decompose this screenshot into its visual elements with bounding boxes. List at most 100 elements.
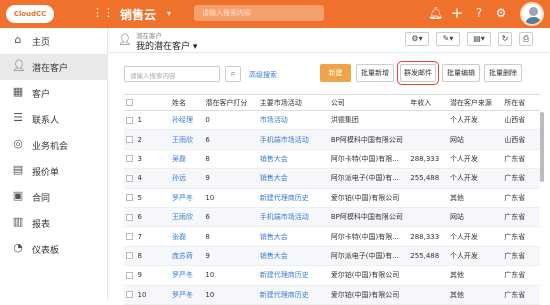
scrollbar[interactable] [540, 112, 544, 182]
logo[interactable]: CloudCC [6, 5, 54, 23]
help-icon[interactable]: ? [472, 6, 486, 20]
table-row[interactable]: 10 罗严冬 10 新建代理商历史 爱尔铂(中国)有限公司 其他 广东省 [124, 285, 540, 305]
avatar[interactable] [520, 2, 544, 26]
source-cell: 网站 [447, 129, 503, 150]
province-cell: 广东省 [502, 207, 540, 228]
app-launcher-icon[interactable]: ⋮⋮ [92, 6, 114, 20]
report-icon: ▥ [12, 215, 24, 228]
batch-edit-button[interactable]: 批量编辑 [442, 64, 480, 82]
table-row[interactable]: 7 张磊 8 销售大会 阿尔卡特(中国)有限... 288,333 个人开发 广… [124, 226, 540, 247]
table-header: 姓名 潜在客户打分 主要市场活动 公司 年收入 潜在客户来源 所在省 [124, 94, 540, 111]
row-checkbox[interactable] [124, 168, 136, 189]
bell-icon[interactable]: 🔔︎ [428, 6, 443, 20]
score-cell: 10 [203, 285, 258, 305]
batch-add-button[interactable]: 批量新增 [356, 64, 394, 82]
plus-icon[interactable]: + [450, 6, 464, 21]
view-selector[interactable]: 我的潜在客户 ▾ [136, 39, 197, 52]
sidebar-item-label: 潜在客户 [32, 64, 69, 74]
activity-link[interactable]: 销售大会 [257, 149, 329, 170]
activity-link[interactable]: 新建代理商历史 [257, 188, 329, 208]
row-checkbox[interactable] [124, 246, 136, 267]
table-row[interactable]: 1 孙经理 0 市场活动 洪德集团 个人开发 山西省 [124, 110, 540, 131]
activity-link[interactable]: 销售大会 [257, 168, 329, 189]
column-header-province[interactable]: 所在省 [502, 94, 540, 111]
lead-name-link[interactable]: 罗严冬 [169, 265, 204, 286]
activity-link[interactable]: 销售大会 [257, 246, 329, 267]
refresh-button[interactable]: ↻ [498, 32, 512, 46]
column-header-source[interactable]: 潜在客户来源 [447, 94, 503, 111]
row-checkbox[interactable] [124, 265, 136, 286]
table-row[interactable]: 5 罗严冬 10 新建代理商历史 爱尔铂(中国)有限公司 其他 广东省 [124, 188, 540, 208]
view-settings-button[interactable]: ⚙▾ [405, 32, 429, 46]
activity-link[interactable]: 新建代理商历史 [257, 265, 329, 286]
activity-link[interactable]: 市场活动 [257, 110, 329, 131]
column-header-activity[interactable]: 主要市场活动 [257, 94, 329, 111]
sidebar-item-opportunities[interactable]: ◎ 业务机会 [0, 132, 108, 158]
sidebar-item-dashboards[interactable]: ◔ 仪表板 [0, 236, 108, 262]
chevron-down-icon[interactable]: ▾ [167, 9, 171, 18]
chart-button[interactable]: ▤▾ [467, 32, 491, 46]
table-row[interactable]: 9 罗严冬 10 新建代理商历史 爱尔铂(中国)有限公司 其他 广东省 [124, 265, 540, 286]
table-row[interactable]: 4 孙远 9 销售大会 阿尔派电子(中国)有... 255,488 个人开发 广… [124, 168, 540, 189]
advanced-search-link[interactable]: 高级搜索 [249, 70, 277, 80]
column-header-name[interactable]: 姓名 [169, 94, 204, 111]
table-row[interactable]: 3 吴磊 8 销售大会 阿尔卡特(中国)有限... 288,333 个人开发 广… [124, 149, 540, 170]
sidebar-item-home[interactable]: ⌂ 主页 [0, 28, 108, 54]
sidebar-item-reports[interactable]: ▥ 报表 [0, 210, 108, 236]
lead-name-link[interactable]: 王雨欣 [169, 207, 204, 228]
lead-name-link[interactable]: 王雨欣 [169, 129, 204, 150]
score-cell: 6 [203, 207, 258, 228]
print-button[interactable]: ⎙ [519, 32, 533, 46]
source-cell: 个人开发 [447, 168, 503, 189]
column-header-score[interactable]: 潜在客户打分 [203, 94, 258, 111]
column-header-revenue[interactable]: 年收入 [408, 94, 448, 111]
select-all-checkbox[interactable] [124, 94, 136, 111]
home-icon: ⌂ [14, 33, 22, 46]
score-cell: 9 [203, 246, 258, 267]
sidebar-item-contacts[interactable]: ☰ 联系人 [0, 106, 108, 132]
table-row[interactable]: 2 王雨欣 6 手机端市场活动 BP阿模科中国有限公司 网站 山西省 [124, 129, 540, 150]
tools-button[interactable]: ✎▾ [436, 32, 460, 46]
activity-link[interactable]: 手机端市场活动 [257, 207, 329, 228]
table-row[interactable]: 6 王雨欣 6 手机端市场活动 BP阿模科中国有限公司 网站 广东省 [124, 207, 540, 228]
row-checkbox[interactable] [124, 188, 136, 208]
list-search-input[interactable]: 请输入搜索内容 [124, 66, 220, 82]
activity-link[interactable]: 新建代理商历史 [257, 285, 329, 305]
activity-link[interactable]: 销售大会 [257, 226, 329, 247]
row-checkbox[interactable] [124, 285, 136, 305]
score-cell: 10 [203, 188, 258, 208]
new-button[interactable]: 新建 [320, 64, 351, 82]
row-checkbox[interactable] [124, 149, 136, 170]
lead-name-link[interactable]: 罗严冬 [169, 285, 204, 305]
sidebar-item-contracts[interactable]: ▣ 合同 [0, 184, 108, 210]
table-row[interactable]: 8 庞苏荷 9 销售大会 阿尔派电子(中国)有... 255,488 个人开发 … [124, 246, 540, 267]
lead-name-link[interactable]: 罗严冬 [169, 188, 204, 208]
lead-name-link[interactable]: 张磊 [169, 226, 204, 247]
sidebar-item-leads[interactable]: 👤︎ 潜在客户 [0, 54, 108, 80]
leads-icon: 👤︎ [118, 33, 132, 46]
row-checkbox[interactable] [124, 226, 136, 247]
column-header-company[interactable]: 公司 [328, 94, 409, 111]
lead-name-link[interactable]: 孙远 [169, 168, 204, 189]
logo-text: CloudCC [13, 10, 47, 18]
app-title[interactable]: 销售云 [120, 6, 156, 23]
row-checkbox[interactable] [124, 129, 136, 150]
lead-name-link[interactable]: 孙经理 [169, 110, 204, 131]
batch-delete-button[interactable]: 批量删除 [484, 64, 522, 82]
province-cell: 广东省 [502, 285, 540, 305]
lead-name-link[interactable]: 吴磊 [169, 149, 204, 170]
sidebar-item-accounts[interactable]: ▦ 客户 [0, 80, 108, 106]
source-cell: 网站 [447, 207, 503, 228]
search-button[interactable]: ⌕ [225, 66, 241, 82]
leads-table: 姓名 潜在客户打分 主要市场活动 公司 年收入 潜在客户来源 所在省 1 孙经理… [124, 94, 540, 305]
sidebar: ⌂ 主页 👤︎ 潜在客户 ▦ 客户 ☰ 联系人 ◎ 业务机会 ▤ 报价单 ▣ 合同 ▥ 报表 ◔… [0, 28, 108, 300]
activity-link[interactable]: 手机端市场活动 [257, 129, 329, 150]
global-search-input[interactable]: 请输入搜索内容 [194, 5, 324, 21]
sidebar-item-quotes[interactable]: ▤ 报价单 [0, 158, 108, 184]
row-checkbox[interactable] [124, 207, 136, 228]
row-checkbox[interactable] [124, 110, 136, 131]
lead-name-link[interactable]: 庞苏荷 [169, 246, 204, 267]
score-cell: 8 [203, 226, 258, 247]
group-mail-button[interactable]: 群发邮件 [397, 61, 439, 85]
settings-icon[interactable]: ⚙ [494, 6, 508, 20]
